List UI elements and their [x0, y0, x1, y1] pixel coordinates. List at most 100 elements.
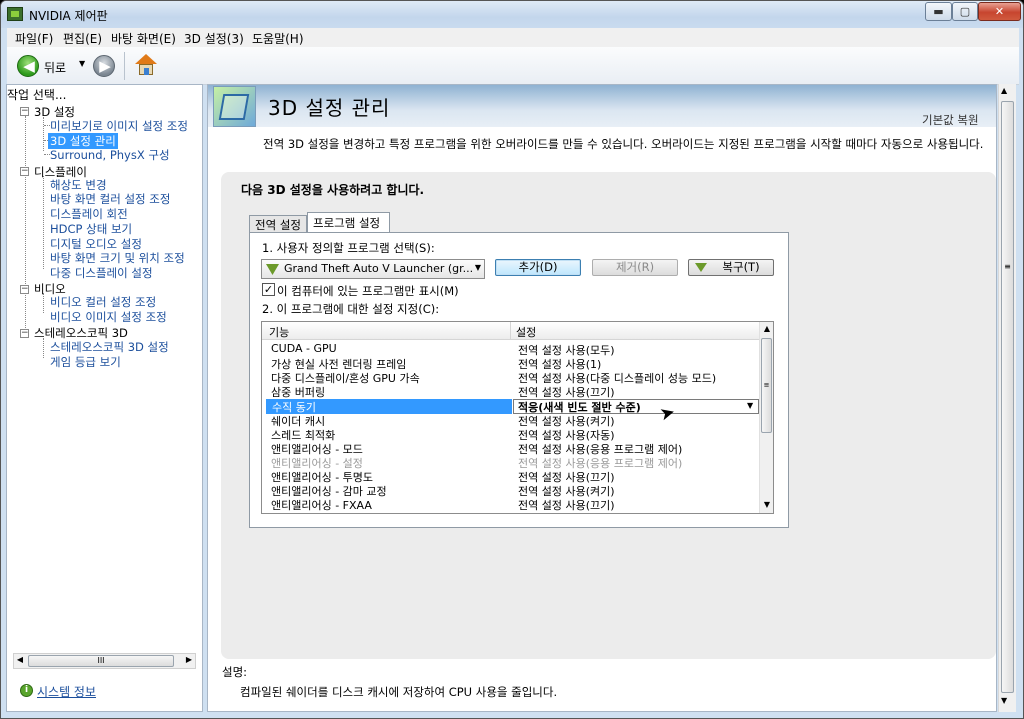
tree-item-multiple-displays[interactable]: 다중 디스플레이 설정 — [50, 265, 153, 281]
row-feature: 앤티앨리어싱 - 모드 — [271, 443, 363, 455]
table-row[interactable]: 다중 디스플레이/혼성 GPU 가속 전역 설정 사용(다중 디스플레이 성능 모… — [262, 370, 759, 384]
page-title: 3D 설정 관리 — [268, 96, 391, 120]
row-feature: 스레드 최적화 — [271, 429, 336, 441]
row-setting: 전역 설정 사용(끄기) — [518, 499, 615, 511]
description-label: 설명: — [222, 665, 248, 679]
row-setting: 전역 설정 사용(켜기) — [518, 415, 615, 427]
expand-display[interactable]: − — [20, 167, 29, 176]
nvidia-logo-icon — [695, 263, 707, 272]
menu-3d-settings[interactable]: 3D 설정(3) — [184, 30, 244, 47]
system-info-link[interactable]: 시스템 정보 — [37, 683, 96, 700]
column-header-feature[interactable]: 기능 — [269, 324, 289, 340]
grid-header: 기능 설정 — [262, 322, 759, 340]
table-row[interactable]: 삼중 버퍼링 전역 설정 사용(끄기) — [262, 384, 759, 398]
table-row[interactable]: 앤티앨리어싱 - FXAA 전역 설정 사용(끄기) — [262, 497, 759, 511]
tree-item-preview-image-settings[interactable]: 미리보기로 이미지 설정 조정 — [50, 118, 188, 134]
back-button[interactable]: ◀ — [17, 55, 39, 77]
tree-item-surround-physx[interactable]: Surround, PhysX 구성 — [50, 147, 170, 163]
table-row[interactable]: 스레드 최적화 전역 설정 사용(자동) — [262, 427, 759, 441]
table-row[interactable]: 앤비언트 오클루전 이 응용 프로그램에 대해 지원되지 않음 — [262, 511, 759, 513]
table-row[interactable]: 앤티앨리어싱 - 모드 전역 설정 사용(응용 프로그램 제어) — [262, 441, 759, 455]
tab-global-settings[interactable]: 전역 설정 — [249, 215, 307, 232]
menu-desktop[interactable]: 바탕 화면(E) — [111, 30, 176, 47]
scroll-down-arrow-icon[interactable]: ▼ — [1001, 696, 1007, 705]
menu-file[interactable]: 파일(F) — [15, 30, 53, 47]
menu-help[interactable]: 도움말(H) — [252, 30, 304, 47]
program-select-dropdown[interactable]: Grand Theft Auto V Launcher (gr... ▼ — [261, 259, 485, 279]
restore-program-button[interactable]: 복구(T) — [688, 259, 774, 276]
tree-item-rotate-display[interactable]: 디스플레이 회전 — [50, 206, 128, 222]
scroll-left-arrow-icon[interactable]: ◀ — [14, 655, 26, 664]
tree-item-game-ratings[interactable]: 게임 등급 보기 — [50, 354, 121, 370]
tree-scroll-thumb[interactable]: III — [28, 655, 174, 667]
tree-horizontal-scrollbar[interactable]: ◀ III ▶ — [13, 653, 196, 669]
minimize-button[interactable]: ▬ — [925, 2, 952, 21]
menu-edit[interactable]: 편집(E) — [63, 30, 102, 47]
task-select-heading: 작업 선택... — [7, 88, 67, 102]
3d-settings-icon — [213, 86, 256, 127]
system-info-icon[interactable]: i — [20, 684, 33, 697]
row-setting: 전역 설정 사용(1) — [518, 358, 602, 370]
close-button[interactable]: ✕ — [978, 2, 1021, 21]
table-row[interactable]: 앤티앨리어싱 - 설정 전역 설정 사용(응용 프로그램 제어) — [262, 455, 759, 469]
restore-defaults-link[interactable]: 기본값 복원 — [922, 112, 979, 128]
tree-item-stereoscopic-settings[interactable]: 스테레오스코픽 3D 설정 — [50, 339, 169, 355]
only-installed-label[interactable]: 이 컴퓨터에 있는 프로그램만 표시(M) — [277, 283, 459, 299]
remove-program-button[interactable]: 제거(R) — [592, 259, 678, 276]
table-row[interactable]: 앤티앨리어싱 - 감마 교정 전역 설정 사용(켜기) — [262, 483, 759, 497]
row-feature: 앤티앨리어싱 - 투명도 — [271, 471, 374, 483]
table-row[interactable]: 쉐이더 캐시 전역 설정 사용(켜기) — [262, 413, 759, 427]
back-label[interactable]: 뒤로 — [44, 59, 66, 76]
row-feature: 앤티앨리어싱 - 설정 — [271, 457, 363, 469]
maximize-button[interactable]: ▢ — [952, 2, 978, 21]
tree-item-video-image[interactable]: 비디오 이미지 설정 조정 — [50, 309, 167, 325]
intro-text: 전역 3D 설정을 변경하고 특정 프로그램을 위한 오버라이드를 만들 수 있… — [263, 137, 984, 151]
row-feature: 앤티앨리어싱 - FXAA — [271, 499, 372, 511]
forward-button[interactable]: ▶ — [93, 55, 115, 77]
table-row[interactable]: CUDA - GPU 전역 설정 사용(모두) — [262, 342, 759, 356]
only-installed-checkbox[interactable]: ✓ — [262, 283, 275, 296]
tab-program-settings[interactable]: 프로그램 설정 — [307, 212, 390, 233]
grid-scroll-thumb[interactable]: ≡ — [761, 338, 772, 433]
table-row[interactable]: 앤티앨리어싱 - 투명도 전역 설정 사용(끄기) — [262, 469, 759, 483]
column-header-setting[interactable]: 설정 — [516, 324, 536, 340]
toolbar: ◀ 뒤로 ▼ ▶ — [7, 47, 1019, 85]
description-text: 컴파일된 쉐이더를 디스크 캐시에 저장하여 CPU 사용을 줄입니다. — [240, 685, 558, 699]
chevron-down-icon[interactable]: ▼ — [747, 401, 753, 410]
row-feature: 쉐이더 캐시 — [271, 415, 326, 427]
tree-item-video-color[interactable]: 비디오 컬러 설정 조정 — [50, 294, 156, 310]
expand-stereoscopic[interactable]: − — [20, 329, 29, 338]
row-setting: 전역 설정 사용(끄기) — [518, 386, 615, 398]
tree-item-hdcp-status[interactable]: HDCP 상태 보기 — [50, 221, 132, 237]
scroll-down-arrow-icon[interactable]: ▼ — [760, 500, 773, 509]
back-history-dropdown[interactable]: ▼ — [79, 59, 85, 68]
row-setting: 전역 설정 사용(켜기) — [518, 485, 615, 497]
scroll-up-arrow-icon[interactable]: ▲ — [1001, 86, 1007, 95]
add-program-button[interactable]: 추가(D) — [495, 259, 581, 276]
scroll-right-arrow-icon[interactable]: ▶ — [183, 655, 195, 664]
table-row[interactable]: 수직 동기 적응(새색 빈도 절반 수준) ▼ — [262, 399, 759, 414]
grid-vertical-scrollbar[interactable]: ▲ ≡ ▼ — [759, 322, 773, 513]
row-setting: 전역 설정 사용(응용 프로그램 제어) — [518, 443, 683, 455]
main-vertical-scrollbar[interactable]: ▲ ≡ ▼ — [998, 84, 1016, 712]
main-scroll-thumb[interactable]: ≡ — [1001, 101, 1014, 693]
nvidia-app-icon — [7, 7, 23, 21]
table-row[interactable]: 가상 현실 사전 렌더링 프레임 전역 설정 사용(1) — [262, 356, 759, 370]
row-setting: 전역 설정 사용(끄기) — [518, 471, 615, 483]
row-setting: 적응(새색 빈도 절반 수준) — [518, 401, 641, 414]
settings-grid: 기능 설정 CUDA - GPU 전역 설정 사용(모두) 가상 현실 사전 렌더링… — [261, 321, 774, 514]
row-feature: 다중 디스플레이/혼성 GPU 가속 — [271, 372, 420, 384]
expand-video[interactable]: − — [20, 285, 29, 294]
tree-item-desktop-color[interactable]: 바탕 화면 컬러 설정 조정 — [50, 191, 170, 207]
row-feature: 가상 현실 사전 렌더링 프레임 — [271, 358, 407, 370]
toolbar-separator — [124, 52, 125, 80]
row-feature: 앤비언트 오클루전 — [271, 511, 355, 513]
step1-label: 1. 사용자 정의할 프로그램 선택(S): — [262, 241, 435, 255]
step2-label: 2. 이 프로그램에 대한 설정 지정(C): — [262, 302, 440, 316]
program-select-value: Grand Theft Auto V Launcher (gr... — [284, 262, 474, 275]
home-icon[interactable] — [135, 54, 157, 76]
title-bar[interactable]: NVIDIA 제어판 ▬ ▢ ✕ — [1, 1, 1023, 28]
scroll-up-arrow-icon[interactable]: ▲ — [760, 324, 773, 333]
expand-3d-settings[interactable]: − — [20, 107, 29, 116]
tree-item-desktop-size-position[interactable]: 바탕 화면 크기 및 위치 조정 — [50, 250, 185, 266]
